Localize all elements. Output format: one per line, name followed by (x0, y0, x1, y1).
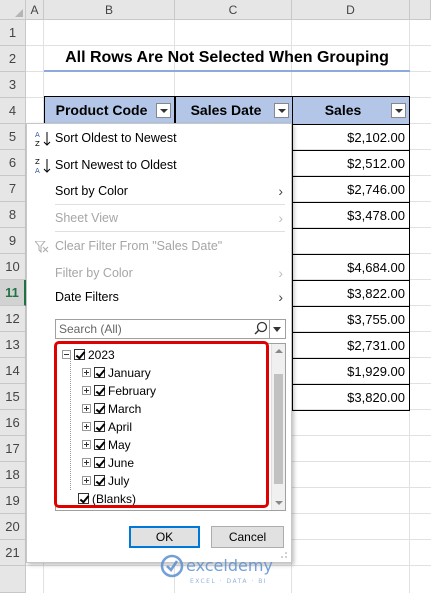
chevron-right-icon: › (278, 183, 283, 199)
row-header[interactable]: 2 (0, 46, 26, 72)
row-header[interactable]: 12 (0, 306, 26, 332)
scroll-up-icon[interactable] (275, 349, 283, 353)
sales-cell[interactable]: $2,102.00 (292, 125, 410, 151)
date-filters-label: Date Filters (55, 290, 119, 304)
cancel-button[interactable]: Cancel (211, 526, 284, 548)
column-header-c[interactable]: C (175, 0, 292, 20)
sort-newest-label: Sort Newest to Oldest (55, 158, 177, 172)
sales-cell[interactable]: $2,746.00 (292, 177, 410, 203)
scrollbar-thumb[interactable] (274, 374, 283, 484)
sales-cell[interactable]: $2,512.00 (292, 151, 410, 177)
column-header-e[interactable] (410, 0, 431, 20)
scroll-down-icon[interactable] (275, 501, 283, 505)
sort-newest-to-oldest-item[interactable]: ZA Sort Newest to Oldest (27, 152, 291, 178)
svg-text:Z: Z (35, 158, 40, 166)
logo-brand: exceldemy (186, 556, 273, 575)
column-header-d[interactable]: D (292, 0, 410, 20)
row-header[interactable]: 20 (0, 514, 26, 540)
row-header[interactable]: 18 (0, 462, 26, 488)
clear-filter-icon (33, 240, 49, 256)
ok-button[interactable]: OK (129, 526, 200, 548)
sort-by-color-label: Sort by Color (55, 184, 128, 198)
filter-by-color-item: Filter by Color › (27, 260, 291, 286)
header-sales: Sales (292, 96, 410, 125)
row-header[interactable]: 6 (0, 150, 26, 176)
filter-button-sales[interactable] (391, 103, 406, 118)
header-sales-label: Sales (324, 102, 362, 118)
date-filters-item[interactable]: Date Filters › (27, 284, 291, 310)
sort-by-color-item[interactable]: Sort by Color › (27, 178, 291, 204)
row-header[interactable]: 9 (0, 228, 26, 254)
svg-text:A: A (35, 131, 40, 139)
highlight-box (54, 341, 269, 508)
svg-text:A: A (35, 167, 40, 175)
sales-cell[interactable]: $3,478.00 (292, 203, 410, 229)
menu-separator (55, 231, 285, 232)
row-header[interactable]: 17 (0, 436, 26, 462)
row-header[interactable]: 14 (0, 358, 26, 384)
filter-by-color-label: Filter by Color (55, 266, 133, 280)
row-header[interactable]: 1 (0, 20, 26, 46)
sales-cell[interactable] (292, 229, 410, 255)
row-header[interactable]: 8 (0, 202, 26, 228)
chevron-right-icon: › (278, 265, 283, 281)
row-header[interactable]: 15 (0, 384, 26, 410)
exceldemy-logo: exceldemy EXCEL · DATA · BI (158, 548, 298, 588)
header-product-code: Product Code (44, 96, 175, 125)
row-header[interactable] (0, 566, 26, 593)
header-product-code-label: Product Code (55, 102, 148, 118)
chevron-right-icon: › (278, 289, 283, 305)
sort-oldest-label: Sort Oldest to Newest (55, 131, 177, 145)
logo-tagline: EXCEL · DATA · BI (190, 578, 267, 585)
sort-ascending-icon: AZ (35, 130, 53, 151)
svg-text:Z: Z (35, 140, 40, 148)
header-sales-date-label: Sales Date (190, 102, 262, 118)
clear-filter-label: Clear Filter From "Sales Date" (55, 239, 223, 253)
sheet-title: All Rows Are Not Selected When Grouping (44, 44, 410, 72)
row-header[interactable]: 10 (0, 254, 26, 280)
sales-cell[interactable]: $4,684.00 (292, 255, 410, 281)
sheet-view-label: Sheet View (55, 211, 119, 225)
sales-cell[interactable]: $2,731.00 (292, 333, 410, 359)
row-header[interactable]: 19 (0, 488, 26, 514)
filter-button-sales-date[interactable] (274, 103, 289, 118)
search-icon[interactable] (254, 321, 268, 335)
sales-cell[interactable]: $3,822.00 (292, 281, 410, 307)
search-placeholder: Search (All) (59, 322, 122, 336)
row-header[interactable]: 5 (0, 124, 26, 150)
sales-cell[interactable]: $3,755.00 (292, 307, 410, 333)
sales-cell[interactable]: $3,820.00 (292, 385, 410, 411)
row-header[interactable]: 4 (0, 98, 26, 124)
row-header[interactable]: 16 (0, 410, 26, 436)
row-header[interactable]: 13 (0, 332, 26, 358)
sort-oldest-to-newest-item[interactable]: AZ Sort Oldest to Newest (27, 125, 291, 151)
row-header[interactable]: 7 (0, 176, 26, 202)
select-all-corner[interactable] (0, 0, 26, 20)
row-header[interactable]: 3 (0, 72, 26, 98)
chevron-right-icon: › (278, 210, 283, 226)
header-sales-date: Sales Date (175, 96, 293, 125)
clear-filter-item: Clear Filter From "Sales Date" (27, 233, 291, 259)
sort-descending-icon: ZA (35, 157, 53, 178)
row-header[interactable]: 11 (0, 280, 26, 306)
search-input[interactable]: Search (All) (55, 319, 286, 339)
column-header-b[interactable]: B (44, 0, 175, 20)
search-dropdown-button[interactable] (269, 320, 285, 338)
tree-scrollbar[interactable] (271, 344, 285, 510)
filter-button-product-code[interactable] (156, 103, 171, 118)
sheet-view-item: Sheet View › (27, 205, 291, 231)
column-header-a[interactable]: A (26, 0, 44, 20)
row-header[interactable]: 21 (0, 540, 26, 566)
sales-cell[interactable]: $1,929.00 (292, 359, 410, 385)
